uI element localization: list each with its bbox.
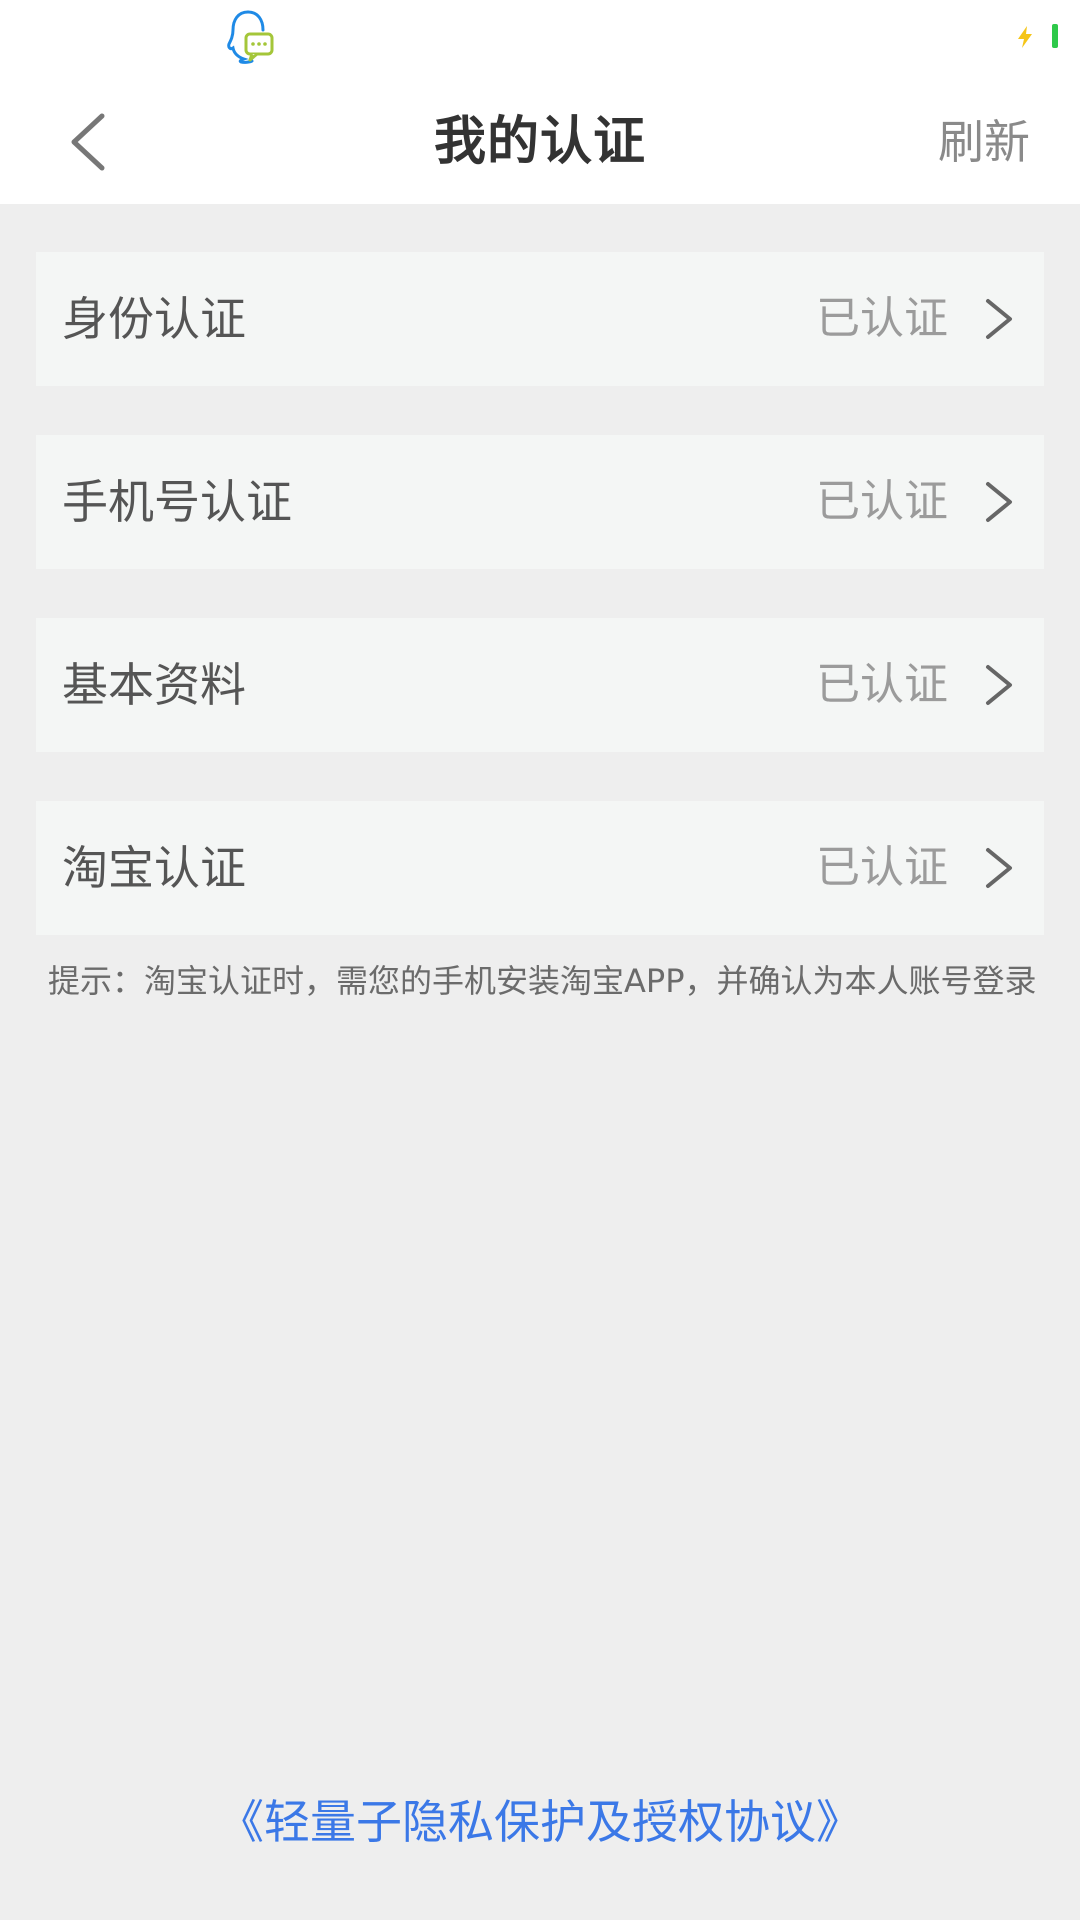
auth-item-status: 已认证 [816,842,948,893]
auth-item-status: 已认证 [816,293,948,344]
auth-item-label: 身份认证 [62,292,246,346]
auth-item-status: 已认证 [816,476,948,527]
auth-item-identity[interactable]: 身份认证 已认证 [36,252,1044,386]
auth-list: 身份认证 已认证 手机号认证 已认证 基本资料 已认证 淘宝认证 已认证 [36,252,1044,984]
battery-icon [1052,24,1058,48]
privacy-agreement-link[interactable]: 《轻量子隐私保护及授权协议》 [0,1786,1080,1852]
lightning-icon [1016,26,1034,48]
auth-item-label: 手机号认证 [62,475,292,529]
chevron-right-icon [974,661,1022,709]
refresh-button[interactable]: 刷新 [938,80,1030,204]
chevron-right-icon [974,478,1022,526]
chevron-right-icon [974,844,1022,892]
chevron-right-icon [974,295,1022,343]
auth-item-label: 基本资料 [62,658,246,712]
auth-item-status: 已认证 [816,659,948,710]
page-title: 我的认证 [433,112,646,172]
auth-item-basic-info[interactable]: 基本资料 已认证 [36,618,1044,752]
qq-icon [224,8,274,64]
status-bar [0,0,1080,80]
tip-text: 提示：淘宝认证时，需您的手机安装淘宝APP，并确认为本人账号登录 [48,962,1037,1000]
navigation-bar: 我的认证 刷新 [0,80,1080,204]
auth-item-label: 淘宝认证 [62,841,246,895]
auth-item-taobao[interactable]: 淘宝认证 已认证 [36,801,1044,935]
auth-item-phone[interactable]: 手机号认证 已认证 [36,435,1044,569]
